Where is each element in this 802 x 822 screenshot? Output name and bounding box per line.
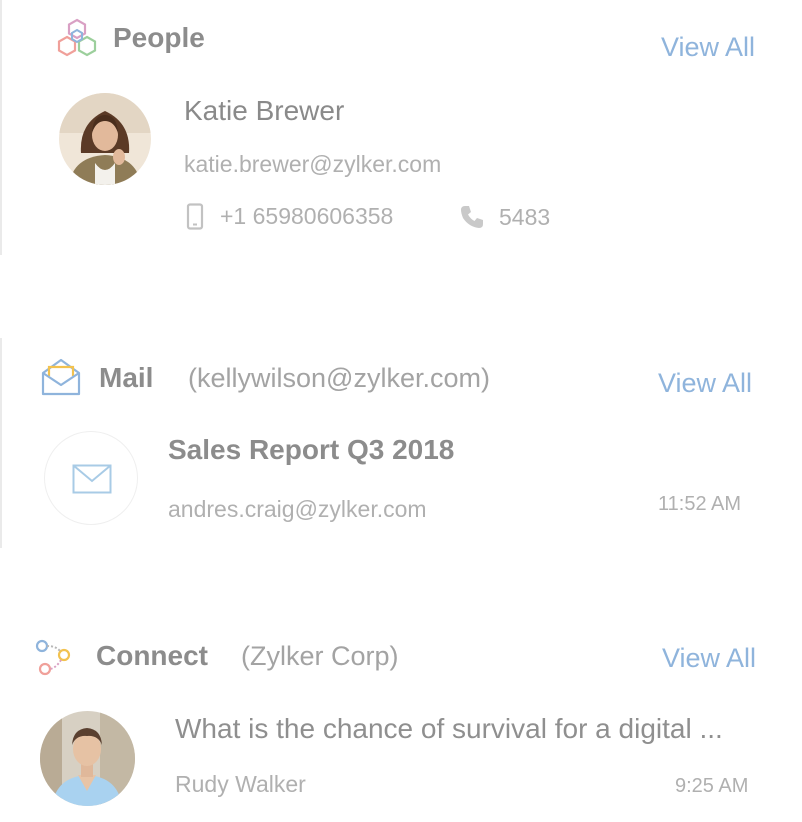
mail-subject[interactable]: Sales Report Q3 2018: [168, 436, 454, 464]
post-text[interactable]: What is the chance of survival for a dig…: [175, 715, 723, 743]
post-author-name[interactable]: Rudy Walker: [175, 773, 306, 796]
phone-icon: [459, 204, 485, 230]
mail-section-rule: [0, 338, 2, 548]
connect-network-name: (Zylker Corp): [241, 641, 399, 671]
contact-extension[interactable]: 5483: [499, 206, 550, 229]
mail-section-title: Mail: [99, 362, 154, 393]
mobile-phone-icon: [186, 203, 204, 230]
contact-mobile-number[interactable]: +1 65980606358: [220, 205, 393, 228]
post-time: 9:25 AM: [675, 775, 749, 797]
contact-avatar[interactable]: [59, 93, 151, 185]
mail-sender[interactable]: andres.craig@zylker.com: [168, 498, 427, 521]
mail-avatar-circle[interactable]: [44, 431, 138, 525]
people-section-title: People: [113, 22, 205, 53]
mail-time: 11:52 AM: [658, 493, 742, 515]
open-envelope-icon: [40, 356, 82, 398]
post-author-avatar[interactable]: [40, 711, 135, 806]
contact-email[interactable]: katie.brewer@zylker.com: [184, 153, 441, 176]
connect-section-title: Connect: [96, 640, 208, 671]
mail-view-all-link[interactable]: View All: [658, 370, 752, 397]
people-view-all-link[interactable]: View All: [661, 34, 755, 61]
mail-account: (kellywilson@zylker.com): [188, 363, 490, 393]
connect-view-all-link[interactable]: View All: [662, 645, 756, 672]
connect-icon: [34, 638, 74, 678]
people-icon: [55, 18, 99, 62]
envelope-icon: [72, 464, 112, 494]
contact-name[interactable]: Katie Brewer: [184, 97, 344, 125]
people-section-rule: [0, 0, 2, 255]
